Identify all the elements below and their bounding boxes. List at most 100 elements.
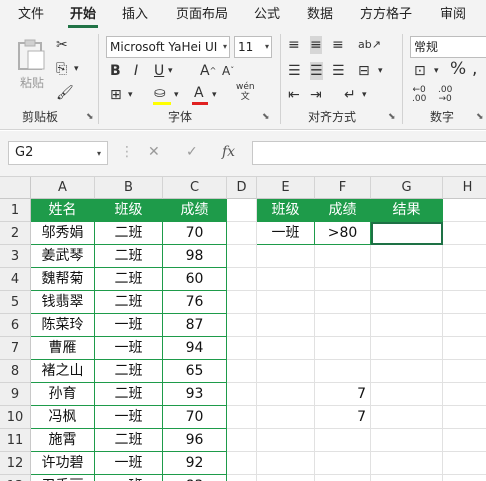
cell-h6[interactable] [443,314,486,337]
cell-h8[interactable] [443,360,486,383]
font-size-select[interactable]: 11 ▾ [234,36,272,58]
align-top-icon[interactable]: ≡ [288,36,300,54]
cell-f3[interactable] [315,245,371,268]
column-header-e[interactable]: E [257,177,315,199]
table-cell[interactable]: 钱翡翠 [31,291,95,314]
cell-e7[interactable] [257,337,315,360]
table-cell[interactable]: 96 [163,429,227,452]
cell-g4[interactable] [371,268,443,291]
cell-h13[interactable] [443,475,486,481]
cell-e11[interactable] [257,429,315,452]
align-right-icon[interactable]: ☰ [332,62,345,80]
cell-d12[interactable] [227,452,257,475]
alignment-launcher-icon[interactable]: ⬊ [388,112,396,122]
value-cell[interactable]: 7 [315,406,371,429]
row-header-8[interactable]: 8 [0,360,31,383]
cell-e6[interactable] [257,314,315,337]
cell-d8[interactable] [227,360,257,383]
cut-icon[interactable]: ✂ [56,36,68,54]
table-cell[interactable]: 一班 [95,314,163,337]
cell-e3[interactable] [257,245,315,268]
table-header-cell[interactable]: 班级 [95,199,163,222]
row-header-6[interactable]: 6 [0,314,31,337]
table-cell[interactable]: 曹雁 [31,337,95,360]
align-left-icon[interactable]: ☰ [288,62,301,80]
cell-g13[interactable] [371,475,443,481]
table-cell[interactable]: 92 [163,452,227,475]
cell-e9[interactable] [257,383,315,406]
table-cell[interactable]: 87 [163,314,227,337]
cell-d3[interactable] [227,245,257,268]
borders-icon[interactable]: ⊞ [110,86,122,104]
merge-center-icon[interactable]: ⊟ [358,62,370,80]
table-cell[interactable]: 一班 [95,406,163,429]
table-cell[interactable]: 83 [163,475,227,481]
cell-d1[interactable] [227,199,257,222]
criteria-header-cell[interactable]: 成绩 [315,199,371,222]
formula-input[interactable] [252,141,486,165]
copy-dropdown-icon[interactable]: ▾ [74,60,79,78]
cell-h5[interactable] [443,291,486,314]
grow-font-button[interactable]: A^ [200,62,216,80]
table-cell[interactable]: 许功碧 [31,452,95,475]
table-cell[interactable]: 二班 [95,222,163,245]
menu-file[interactable]: 文件 [18,0,44,30]
row-header-10[interactable]: 10 [0,406,31,429]
cell-e12[interactable] [257,452,315,475]
table-cell[interactable]: 魏帮菊 [31,268,95,291]
table-cell[interactable]: 70 [163,406,227,429]
cell-h1[interactable] [443,199,486,222]
table-cell[interactable]: 姜武琴 [31,245,95,268]
cell-g11[interactable] [371,429,443,452]
row-header-12[interactable]: 12 [0,452,31,475]
value-cell[interactable]: 7 [315,383,371,406]
table-cell[interactable]: 65 [163,360,227,383]
cell-d13[interactable] [227,475,257,481]
phonetic-button[interactable]: wén 文 [236,82,255,102]
table-cell[interactable]: 陈菜玲 [31,314,95,337]
font-launcher-icon[interactable]: ⬊ [262,112,270,122]
table-cell[interactable]: 二班 [95,429,163,452]
column-header-c[interactable]: C [163,177,227,199]
cell-h12[interactable] [443,452,486,475]
table-cell[interactable]: 一班 [95,337,163,360]
clipboard-launcher-icon[interactable]: ⬊ [86,112,94,122]
underline-dropdown-icon[interactable]: ▾ [168,62,173,80]
table-cell[interactable]: 70 [163,222,227,245]
cell-f11[interactable] [315,429,371,452]
row-header-2[interactable]: 2 [0,222,31,245]
insert-function-icon[interactable]: fx [222,144,235,160]
cell-f4[interactable] [315,268,371,291]
cell-d5[interactable] [227,291,257,314]
cell-d2[interactable] [227,222,257,245]
cell-e13[interactable] [257,475,315,481]
menu-insert[interactable]: 插入 [122,0,148,30]
table-cell[interactable]: 褚之山 [31,360,95,383]
table-cell[interactable]: 94 [163,337,227,360]
cell-g7[interactable] [371,337,443,360]
fill-color-dropdown-icon[interactable]: ▾ [174,86,179,104]
format-painter-icon[interactable]: 🖌 [56,84,74,102]
cell-f7[interactable] [315,337,371,360]
align-center-icon[interactable]: ☰ [310,62,323,80]
paste-button[interactable]: 粘贴 [12,36,52,102]
column-header-h[interactable]: H [443,177,486,199]
font-color-dropdown-icon[interactable]: ▾ [212,86,217,104]
cell-d11[interactable] [227,429,257,452]
column-header-d[interactable]: D [227,177,257,199]
cell-g12[interactable] [371,452,443,475]
cell-h10[interactable] [443,406,486,429]
cell-f13[interactable] [315,475,371,481]
cell-g10[interactable] [371,406,443,429]
table-cell[interactable]: 98 [163,245,227,268]
align-middle-icon[interactable]: ≡ [310,36,322,54]
cell-e5[interactable] [257,291,315,314]
criteria-header-cell[interactable]: 结果 [371,199,443,222]
wrap-text-icon[interactable]: ↵ [344,86,356,104]
column-header-b[interactable]: B [95,177,163,199]
table-cell[interactable]: 邬秀娟 [31,222,95,245]
row-header-7[interactable]: 7 [0,337,31,360]
currency-dropdown-icon[interactable]: ▾ [434,62,439,80]
table-header-cell[interactable]: 成绩 [163,199,227,222]
increase-indent-icon[interactable]: ⇥ [310,86,322,104]
